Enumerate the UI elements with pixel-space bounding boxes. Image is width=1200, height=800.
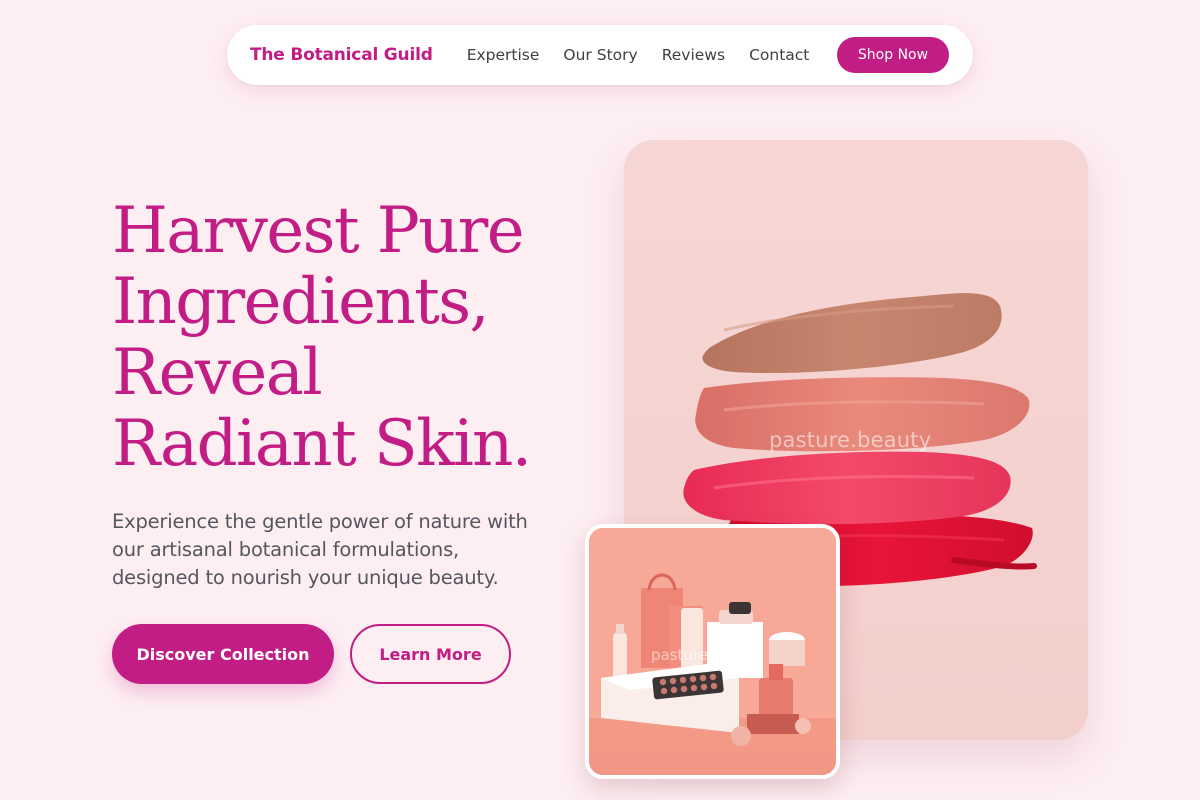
nav-link-reviews[interactable]: Reviews bbox=[662, 46, 725, 64]
hero-headline-line-3: Reveal bbox=[112, 336, 323, 410]
top-navigation: The Botanical Guild Expertise Our Story … bbox=[227, 25, 973, 85]
main-image-watermark: pasture.beauty bbox=[769, 428, 932, 452]
learn-more-button[interactable]: Learn More bbox=[350, 624, 511, 684]
nav-link-contact[interactable]: Contact bbox=[749, 46, 809, 64]
small-image-watermark: pasture bbox=[651, 646, 708, 664]
brand-logo-text[interactable]: The Botanical Guild bbox=[250, 45, 433, 65]
discover-collection-button[interactable]: Discover Collection bbox=[112, 624, 334, 684]
landing-page: The Botanical Guild Expertise Our Story … bbox=[0, 0, 1200, 800]
hero-headline-line-2: Ingredients, bbox=[112, 265, 490, 339]
hero-headline: Harvest Pure Ingredients, Reveal Radiant… bbox=[112, 196, 582, 480]
nav-link-expertise[interactable]: Expertise bbox=[467, 46, 540, 64]
cosmetics-illustration bbox=[589, 528, 836, 775]
nav-link-our-story[interactable]: Our Story bbox=[563, 46, 637, 64]
hero-subtext-line-1: Experience the gentle power of nature wi… bbox=[112, 510, 528, 533]
hero-subtext: Experience the gentle power of nature wi… bbox=[112, 508, 562, 592]
hero-subtext-line-3: designed to nourish your unique beauty. bbox=[112, 566, 499, 589]
shop-now-button[interactable]: Shop Now bbox=[837, 37, 949, 73]
hero-headline-line-1: Harvest Pure bbox=[112, 194, 525, 268]
hero-subtext-line-2: our artisanal botanical formulations, bbox=[112, 538, 460, 561]
hero-headline-line-4: Radiant Skin. bbox=[112, 407, 532, 481]
cosmetics-product-image: pasture bbox=[585, 524, 840, 779]
nav-links: Expertise Our Story Reviews Contact bbox=[467, 46, 810, 64]
